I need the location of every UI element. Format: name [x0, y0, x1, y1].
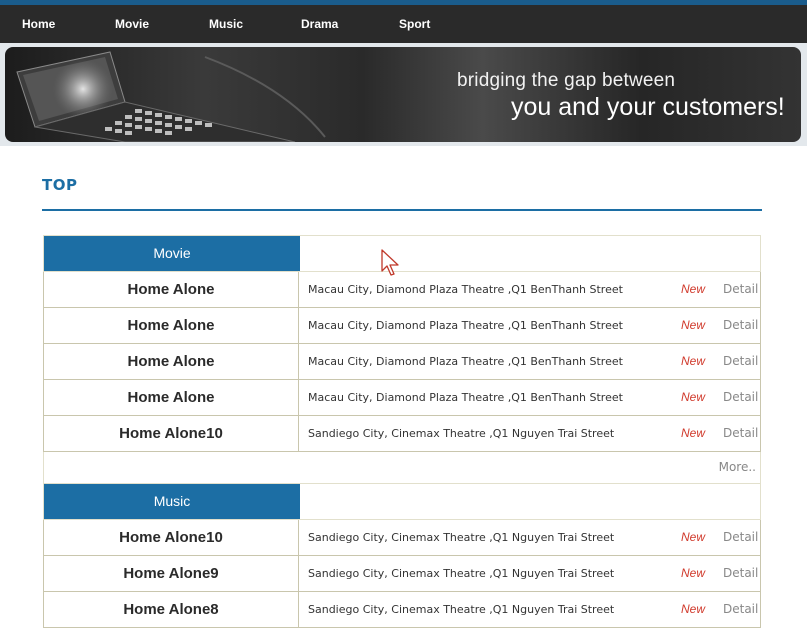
- detail-link[interactable]: Detail: [723, 272, 758, 307]
- tab-movie[interactable]: Movie: [44, 236, 300, 271]
- item-title[interactable]: Home Alone: [44, 272, 299, 307]
- new-badge: New: [681, 354, 706, 368]
- item-location: Macau City, Diamond Plaza Theatre ,Q1 Be…: [308, 391, 623, 404]
- new-badge: New: [681, 566, 706, 580]
- item-title[interactable]: Home Alone8: [44, 592, 299, 627]
- detail-link[interactable]: Detail: [723, 308, 758, 343]
- more-row: More..: [43, 452, 761, 484]
- main-nav: Home Movie Music Drama Sport: [0, 5, 807, 43]
- table-row: Home Alone10 Sandiego City, Cinemax Thea…: [43, 416, 761, 452]
- mouse-pointer-icon: [381, 249, 399, 276]
- new-badge: New: [681, 318, 706, 332]
- detail-link[interactable]: Detail: [723, 344, 758, 379]
- more-link[interactable]: More..: [719, 452, 756, 483]
- new-badge: New: [681, 602, 706, 616]
- detail-link[interactable]: Detail: [723, 520, 758, 555]
- table-row: Home Alone Macau City, Diamond Plaza The…: [43, 344, 761, 380]
- item-title[interactable]: Home Alone: [44, 344, 299, 379]
- item-title[interactable]: Home Alone9: [44, 556, 299, 591]
- item-title[interactable]: Home Alone: [44, 308, 299, 343]
- item-location: Sandiego City, Cinemax Theatre ,Q1 Nguye…: [308, 427, 615, 440]
- item-location: Macau City, Diamond Plaza Theatre ,Q1 Be…: [308, 319, 623, 332]
- new-badge: New: [681, 282, 706, 296]
- item-title[interactable]: Home Alone10: [44, 520, 299, 555]
- item-location: Sandiego City, Cinemax Theatre ,Q1 Nguye…: [308, 603, 615, 616]
- nav-drama[interactable]: Drama: [301, 5, 338, 43]
- section-header-music: Music: [43, 483, 761, 520]
- item-location: Macau City, Diamond Plaza Theatre ,Q1 Be…: [308, 355, 623, 368]
- table-row: Home Alone10 Sandiego City, Cinemax Thea…: [43, 520, 761, 556]
- item-title[interactable]: Home Alone10: [44, 416, 299, 451]
- laptop-illustration: [16, 51, 326, 142]
- table-row: Home Alone Macau City, Diamond Plaza The…: [43, 380, 761, 416]
- item-location: Sandiego City, Cinemax Theatre ,Q1 Nguye…: [308, 567, 615, 580]
- detail-link[interactable]: Detail: [723, 416, 758, 451]
- detail-link[interactable]: Detail: [723, 380, 758, 415]
- banner-tagline-2: you and your customers!: [511, 93, 785, 121]
- detail-link[interactable]: Detail: [723, 556, 758, 591]
- new-badge: New: [681, 530, 706, 544]
- item-location: Macau City, Diamond Plaza Theatre ,Q1 Be…: [308, 283, 623, 296]
- detail-link[interactable]: Detail: [723, 592, 758, 627]
- item-location: Sandiego City, Cinemax Theatre ,Q1 Nguye…: [308, 531, 615, 544]
- nav-home[interactable]: Home: [22, 5, 55, 43]
- nav-music[interactable]: Music: [209, 5, 243, 43]
- banner-tagline-1: bridging the gap between: [457, 70, 676, 91]
- page-title: TOP: [42, 176, 78, 194]
- table-row: Home Alone Macau City, Diamond Plaza The…: [43, 308, 761, 344]
- hero-banner: bridging the gap between you and your cu…: [5, 47, 801, 142]
- new-badge: New: [681, 426, 706, 440]
- item-title[interactable]: Home Alone: [44, 380, 299, 415]
- nav-sport[interactable]: Sport: [399, 5, 430, 43]
- title-divider: [42, 209, 762, 211]
- tab-music[interactable]: Music: [44, 484, 300, 519]
- table-row: Home Alone9 Sandiego City, Cinemax Theat…: [43, 556, 761, 592]
- new-badge: New: [681, 390, 706, 404]
- nav-movie[interactable]: Movie: [115, 5, 149, 43]
- table-row: Home Alone8 Sandiego City, Cinemax Theat…: [43, 592, 761, 628]
